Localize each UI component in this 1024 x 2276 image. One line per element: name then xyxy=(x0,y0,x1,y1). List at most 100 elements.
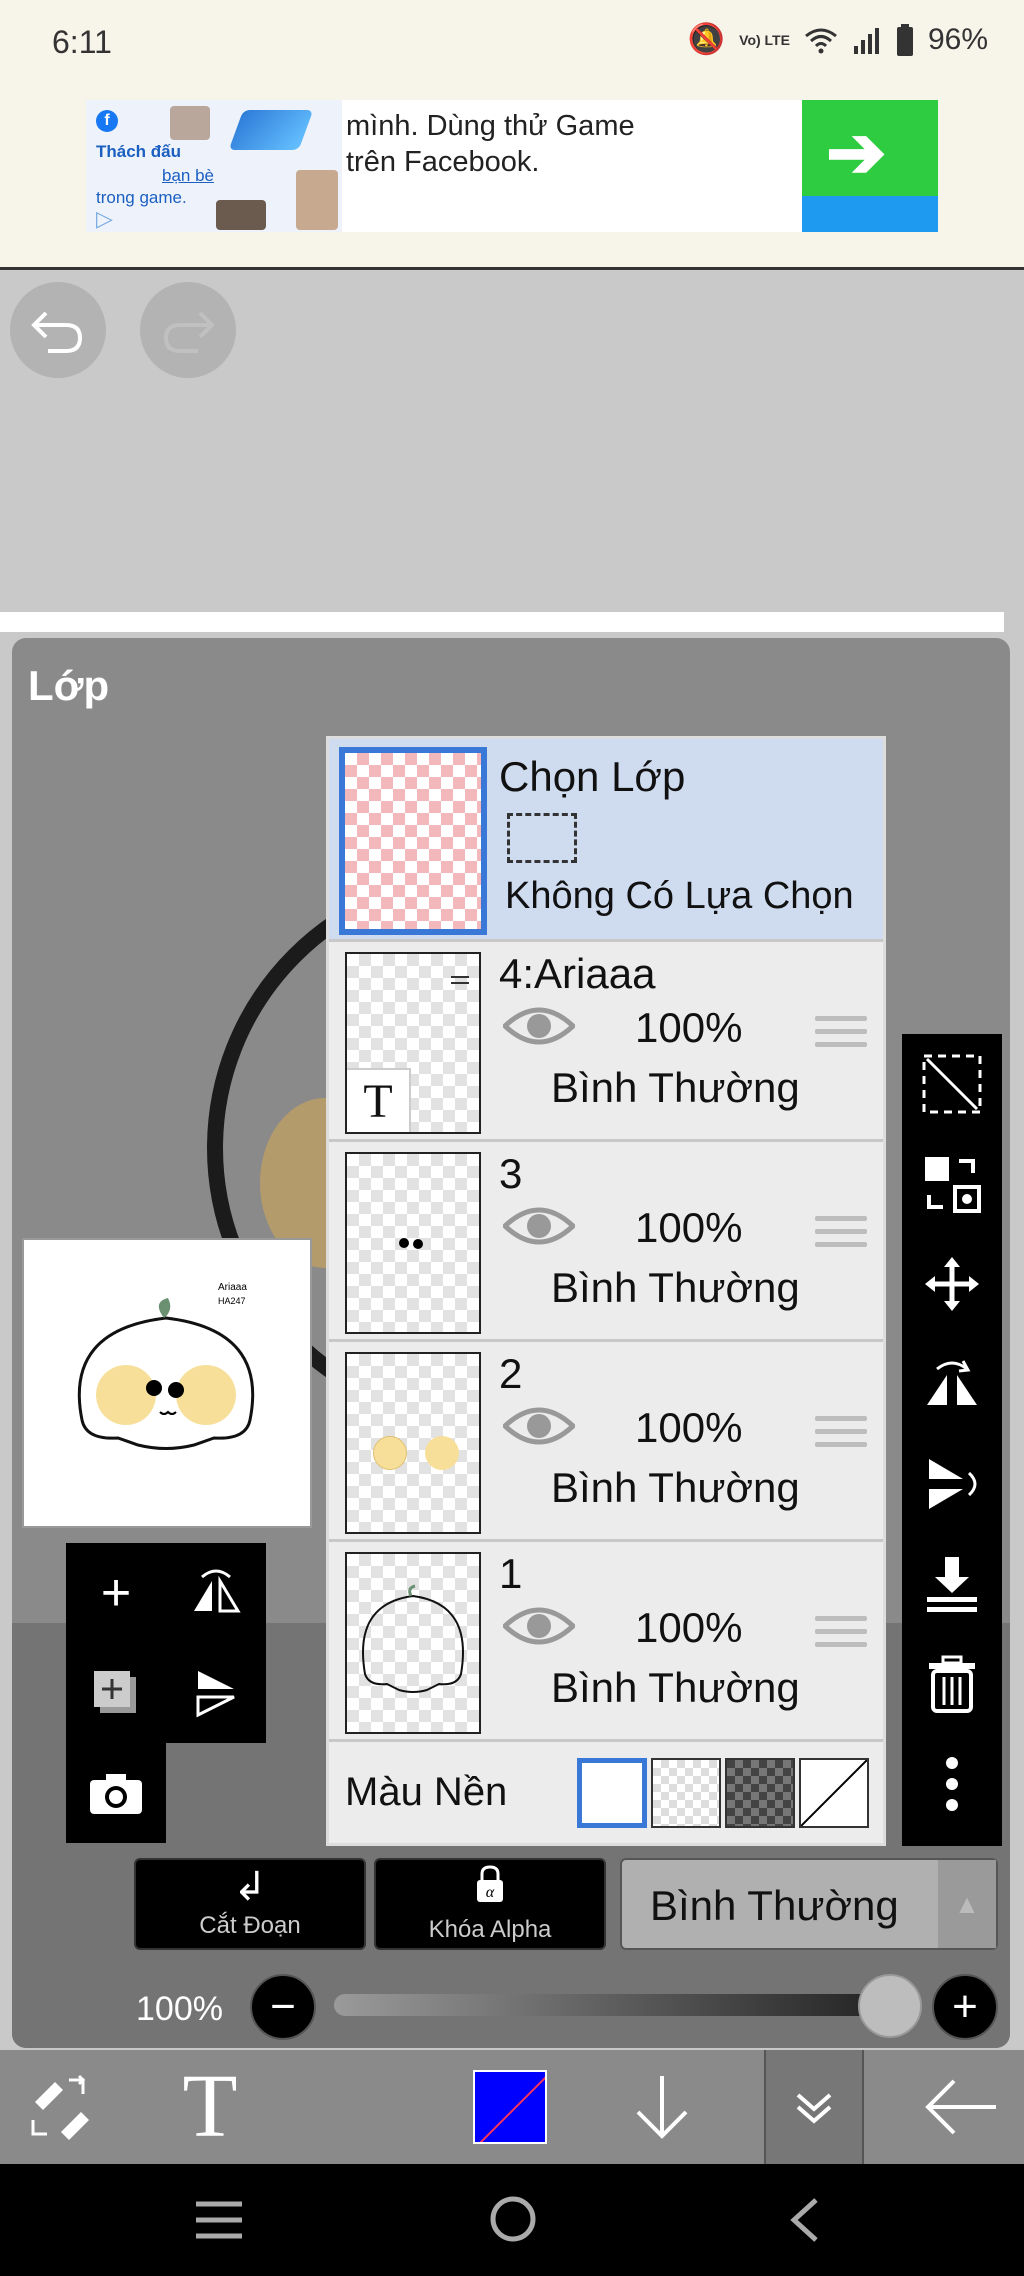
camera-button[interactable] xyxy=(66,1743,166,1843)
flip-vertical-button[interactable] xyxy=(902,1434,1002,1534)
select-layer-row[interactable]: Chọn Lớp Không Có Lựa Chọn xyxy=(329,739,883,939)
opacity-slider-handle[interactable] xyxy=(858,1974,922,2038)
system-nav-bar xyxy=(0,2164,1024,2276)
background-dark-swatch[interactable] xyxy=(725,1758,795,1828)
plus-icon: + xyxy=(952,1982,978,2031)
alpha-lock-button[interactable]: α Khóa Alpha xyxy=(374,1858,606,1950)
background-white-swatch[interactable] xyxy=(577,1758,647,1828)
ad-arrow-strip xyxy=(802,196,938,232)
layer-menu-button[interactable] xyxy=(764,2050,864,2164)
layer-opacity: 100% xyxy=(635,1404,743,1451)
move-button[interactable] xyxy=(902,1234,1002,1334)
blend-mode-select[interactable]: Bình Thường ▲ xyxy=(620,1858,998,1950)
ad-thumb-link[interactable]: bạn bè xyxy=(162,166,214,186)
layer-blend-mode: Bình Thường xyxy=(551,1064,800,1111)
preview-drawing: Ariaaa HA247 xyxy=(77,1282,255,1450)
eye-icon[interactable] xyxy=(503,1404,575,1448)
home-icon[interactable] xyxy=(488,2194,538,2244)
battery-percent: 96% xyxy=(927,22,988,56)
network-label: Vo) LTE xyxy=(739,31,790,48)
flip-horizontal-button[interactable] xyxy=(166,1543,266,1643)
background-transparent-swatch[interactable] xyxy=(651,1758,721,1828)
back-nav-icon[interactable] xyxy=(786,2196,822,2244)
chevron-up-icon: ▲ xyxy=(938,1860,996,1948)
ad-banner[interactable]: f Thách đấu bạn bè trong game. ▷ mình. D… xyxy=(0,90,1024,270)
ad-arrow-button[interactable]: ➔ xyxy=(802,100,938,232)
merge-down-button[interactable] xyxy=(902,1534,1002,1634)
layer-opacity: 100% xyxy=(635,1604,743,1651)
eye-icon[interactable] xyxy=(503,1604,575,1648)
drag-handle-icon[interactable] xyxy=(815,1416,867,1455)
layer-row[interactable]: 1 100% Bình Thường xyxy=(329,1539,883,1739)
layer-thumbnail xyxy=(345,1352,481,1534)
ad-photo xyxy=(216,200,266,230)
ad-text[interactable]: mình. Dùng thử Game trên Facebook. xyxy=(346,108,646,180)
down-button[interactable] xyxy=(612,2050,712,2164)
flip-horizontal-button[interactable] xyxy=(902,1334,1002,1434)
ad-thumbnail[interactable]: f Thách đấu bạn bè trong game. ▷ xyxy=(86,100,342,232)
ad-thumb-title: Thách đấu xyxy=(96,142,182,161)
selection-icon xyxy=(507,813,577,863)
status-icons: 🔕 Vo) LTE 96% xyxy=(688,22,988,57)
chevron-double-down-icon xyxy=(796,2093,832,2124)
tool-switch-button[interactable] xyxy=(10,2050,110,2164)
layer-blend-mode: Bình Thường xyxy=(551,1664,800,1711)
mute-icon: 🔕 xyxy=(687,23,726,56)
opacity-control: 100% − + xyxy=(12,1974,1010,2044)
layer-row[interactable]: 2 100% Bình Thường xyxy=(329,1339,883,1539)
bottom-toolbar: T xyxy=(0,2050,1024,2164)
opacity-slider[interactable] xyxy=(334,1994,890,2016)
eye-icon[interactable] xyxy=(503,1204,575,1248)
layer-panel: Lớp Ariaaa HA247 + Chọn Lớp Không Có Lựa… xyxy=(12,638,1010,2048)
layer-blend-mode: Bình Thường xyxy=(551,1464,800,1511)
lock-icon: α xyxy=(376,1864,604,1914)
svg-text:α: α xyxy=(486,1884,495,1901)
camera-icon xyxy=(90,1774,142,1814)
text-layer-icon: T xyxy=(347,1068,411,1132)
more-options-button[interactable] xyxy=(902,1734,1002,1834)
status-time: 6:11 xyxy=(52,24,112,60)
outline-drawing xyxy=(362,1584,464,1693)
color-picker-button[interactable] xyxy=(460,2050,560,2164)
back-button[interactable] xyxy=(912,2050,1012,2164)
eye-icon[interactable] xyxy=(503,1004,575,1048)
add-copy-layer-button[interactable] xyxy=(66,1643,166,1743)
layer-row[interactable]: 3 100% Bình Thường xyxy=(329,1139,883,1339)
drag-handle-icon[interactable] xyxy=(815,1216,867,1255)
layer-thumbnail: T xyxy=(345,952,481,1134)
clipping-button[interactable]: ↲ Cắt Đoạn xyxy=(134,1858,366,1950)
text-tool-button[interactable]: T xyxy=(160,2050,260,2164)
layer-row[interactable]: T 4:Ariaaa 100% Bình Thường xyxy=(329,939,883,1139)
redo-button[interactable] xyxy=(140,282,236,378)
drag-handle-icon[interactable] xyxy=(815,1616,867,1655)
flip-horizontal-icon xyxy=(194,1569,241,1613)
layer-blend-mode: Bình Thường xyxy=(551,1264,800,1311)
merge-down-icon xyxy=(927,1557,977,1612)
add-layer-button[interactable]: + xyxy=(66,1543,166,1643)
flip-horizontal-icon xyxy=(927,1360,977,1405)
opacity-increase-button[interactable]: + xyxy=(932,1974,998,2040)
wifi-icon xyxy=(805,28,837,53)
ad-thumb-sub: trong game. xyxy=(96,188,187,207)
text-marks xyxy=(451,976,469,984)
preview-text-2: HA247 xyxy=(218,1296,246,1306)
opacity-decrease-button[interactable]: − xyxy=(250,1974,316,2040)
ad-content[interactable]: f Thách đấu bạn bè trong game. ▷ mình. D… xyxy=(86,100,938,232)
arrow-down-icon xyxy=(636,2076,688,2139)
flip-vertical-icon xyxy=(929,1459,977,1509)
recent-apps-icon[interactable] xyxy=(194,2200,244,2240)
layer-tools-bar xyxy=(902,1034,1002,1846)
redo-icon xyxy=(163,311,215,353)
transform-button[interactable] xyxy=(902,1134,1002,1234)
status-bar: 6:11 🔕 Vo) LTE 96% xyxy=(0,0,1024,90)
text-tool-icon: T xyxy=(182,2057,238,2156)
canvas-preview[interactable]: Ariaaa HA247 xyxy=(22,1238,312,1528)
flip-vertical-button[interactable] xyxy=(166,1643,266,1743)
delete-layer-button[interactable] xyxy=(902,1634,1002,1734)
undo-button[interactable] xyxy=(10,282,106,378)
move-icon xyxy=(925,1257,979,1311)
background-none-swatch[interactable] xyxy=(799,1758,869,1828)
clear-selection-button[interactable] xyxy=(902,1034,1002,1134)
copy-layer-icon xyxy=(94,1671,136,1713)
drag-handle-icon[interactable] xyxy=(815,1016,867,1055)
